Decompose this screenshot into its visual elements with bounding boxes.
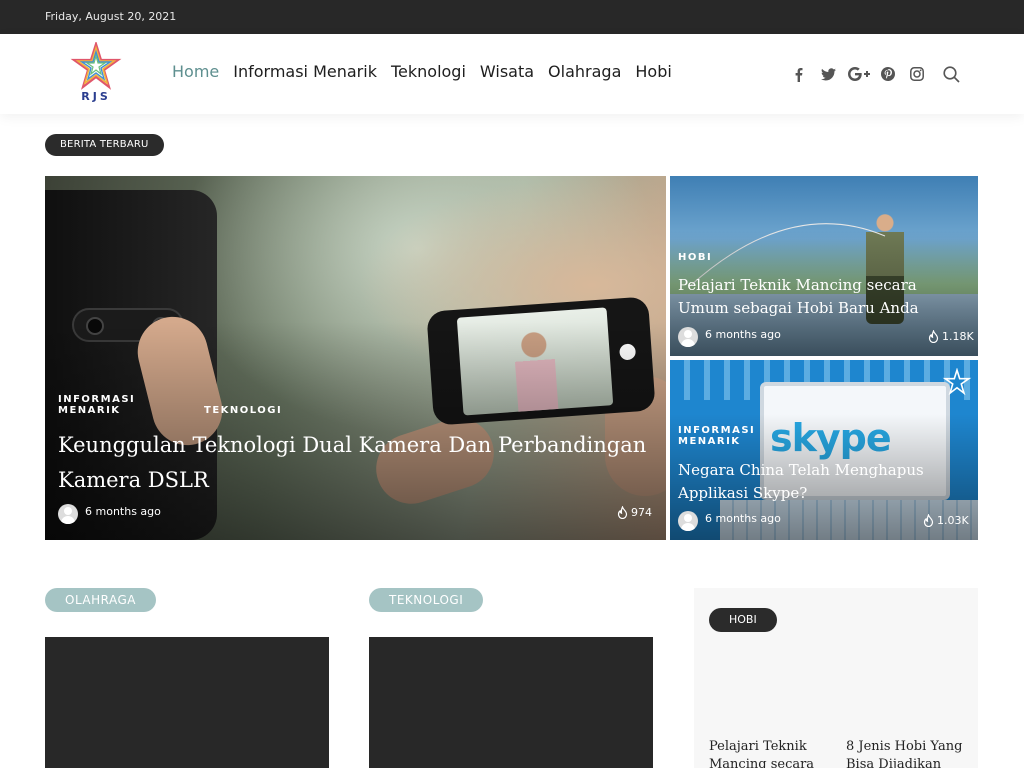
side1-views-count: 1.18K <box>942 330 974 343</box>
google-plus-icon[interactable] <box>847 64 871 84</box>
side1-views: 1.18K <box>928 330 974 343</box>
side1-title[interactable]: Pelajari Teknik Mancing secara Umum seba… <box>678 274 970 320</box>
section-label-berita-terbaru[interactable]: BERITA TERBARU <box>45 134 164 156</box>
current-date: Friday, August 20, 2021 <box>45 10 177 23</box>
side1-category[interactable]: HOBI <box>678 252 712 263</box>
flame-icon <box>923 514 934 527</box>
instagram-icon[interactable] <box>906 64 928 84</box>
side2-views: 1.03K <box>923 514 969 527</box>
flame-icon <box>928 330 939 343</box>
nav-home[interactable]: Home <box>172 62 219 81</box>
hero-views: 974 <box>617 506 652 519</box>
hero-post[interactable]: INFORMASI MENARIK TEKNOLOGI Keunggulan T… <box>45 176 666 540</box>
side1-time: 6 months ago <box>705 328 781 341</box>
avatar[interactable] <box>58 504 78 524</box>
hero-title[interactable]: Keunggulan Teknologi Dual Kamera Dan Per… <box>58 428 648 498</box>
nav-teknologi[interactable]: Teknologi <box>391 62 466 81</box>
star-logo-icon <box>70 40 122 90</box>
flame-icon <box>617 506 628 519</box>
site-logo[interactable]: RJS <box>68 40 124 106</box>
nav-wisata[interactable]: Wisata <box>480 62 534 81</box>
olahraga-post-image[interactable] <box>45 637 329 768</box>
twitter-icon[interactable] <box>817 64 839 84</box>
pinterest-icon[interactable] <box>877 64 899 84</box>
hero-views-count: 974 <box>631 506 652 519</box>
side2-time: 6 months ago <box>705 512 781 525</box>
side2-title[interactable]: Negara China Telah Menghapus Applikasi S… <box>678 459 970 505</box>
side-post-skype[interactable]: skype INFORMASI MENARIK Negara China Tel… <box>670 360 978 540</box>
avatar[interactable] <box>678 511 698 531</box>
category-label-hobi[interactable]: HOBI <box>709 608 777 632</box>
hobi-widget: HOBI Pelajari Teknik Mancing secara 8 Je… <box>694 588 978 768</box>
search-icon[interactable] <box>940 64 962 84</box>
nav-informasi-menarik[interactable]: Informasi Menarik <box>233 62 377 81</box>
category-label-olahraga[interactable]: OLAHRAGA <box>45 588 156 612</box>
facebook-icon[interactable] <box>787 64 809 84</box>
side2-views-count: 1.03K <box>937 514 969 527</box>
site-header: RJS Home Informasi Menarik Teknologi Wis… <box>0 34 1024 114</box>
hobi-post-title[interactable]: Pelajari Teknik Mancing secara <box>709 738 833 768</box>
avatar[interactable] <box>678 327 698 347</box>
hero-time: 6 months ago <box>85 505 161 518</box>
hero-category-teknologi[interactable]: TEKNOLOGI <box>204 405 282 416</box>
category-label-teknologi[interactable]: TEKNOLOGI <box>369 588 484 612</box>
side-post-fishing[interactable]: HOBI Pelajari Teknik Mancing secara Umum… <box>670 176 978 356</box>
top-bar: Friday, August 20, 2021 <box>0 0 1024 34</box>
main-nav: Home Informasi Menarik Teknologi Wisata … <box>172 62 686 81</box>
teknologi-post-image[interactable] <box>369 637 653 768</box>
hero-category-informasi-menarik[interactable]: INFORMASI MENARIK <box>58 394 148 416</box>
nav-hobi[interactable]: Hobi <box>635 62 671 81</box>
side2-category[interactable]: INFORMASI MENARIK <box>678 425 768 447</box>
nav-olahraga[interactable]: Olahraga <box>548 62 621 81</box>
logo-text: RJS <box>81 90 111 103</box>
hobi-post-title[interactable]: 8 Jenis Hobi Yang Bisa Dijadikan <box>846 738 970 768</box>
